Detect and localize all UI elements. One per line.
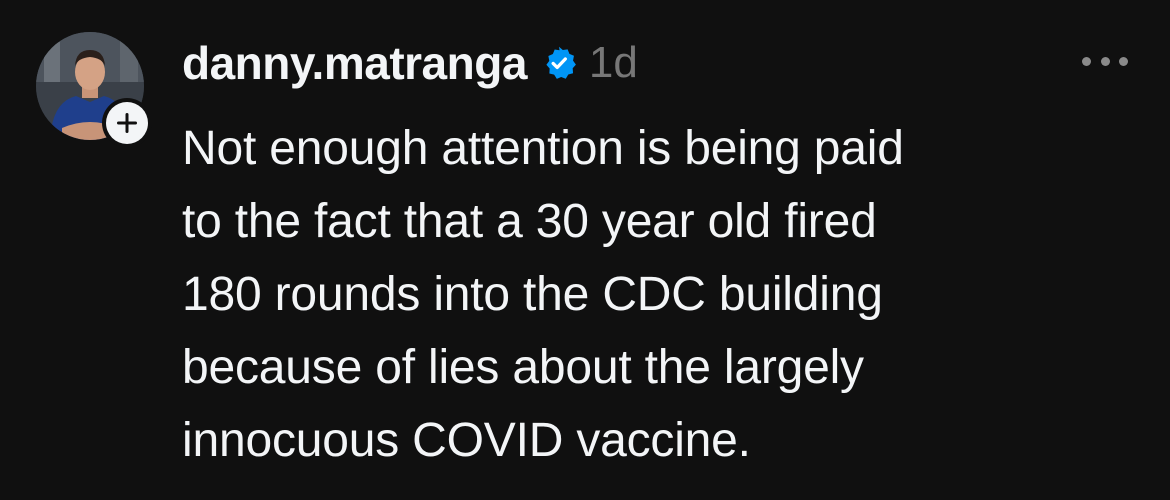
follow-button-inner [106,102,148,144]
post: danny.matranga 1d Not enough attention i… [0,0,1170,500]
post-text-line: 180 rounds into the CDC building [182,268,883,321]
verified-badge-icon [541,45,577,81]
ellipsis-dot [1119,56,1128,66]
ellipsis-dot [1100,56,1110,66]
plus-icon [117,113,137,133]
post-text-line: because of lies about the largely [182,341,864,394]
ellipsis-dot [1082,56,1091,66]
avatar-container [36,32,152,148]
post-timestamp: 1d [588,38,638,87]
username[interactable]: danny.matranga [182,36,527,90]
more-options-button[interactable] [1082,48,1128,74]
post-text-line: innocuous COVID vaccine. [182,414,751,467]
post-header: danny.matranga 1d [182,30,638,96]
follow-button[interactable] [102,98,152,148]
post-text-line: Not enough attention is being paid [182,122,904,175]
post-text-line: to the fact that a 30 year old fired [182,195,877,248]
post-body: Not enough attention is being paid to th… [182,112,1142,477]
